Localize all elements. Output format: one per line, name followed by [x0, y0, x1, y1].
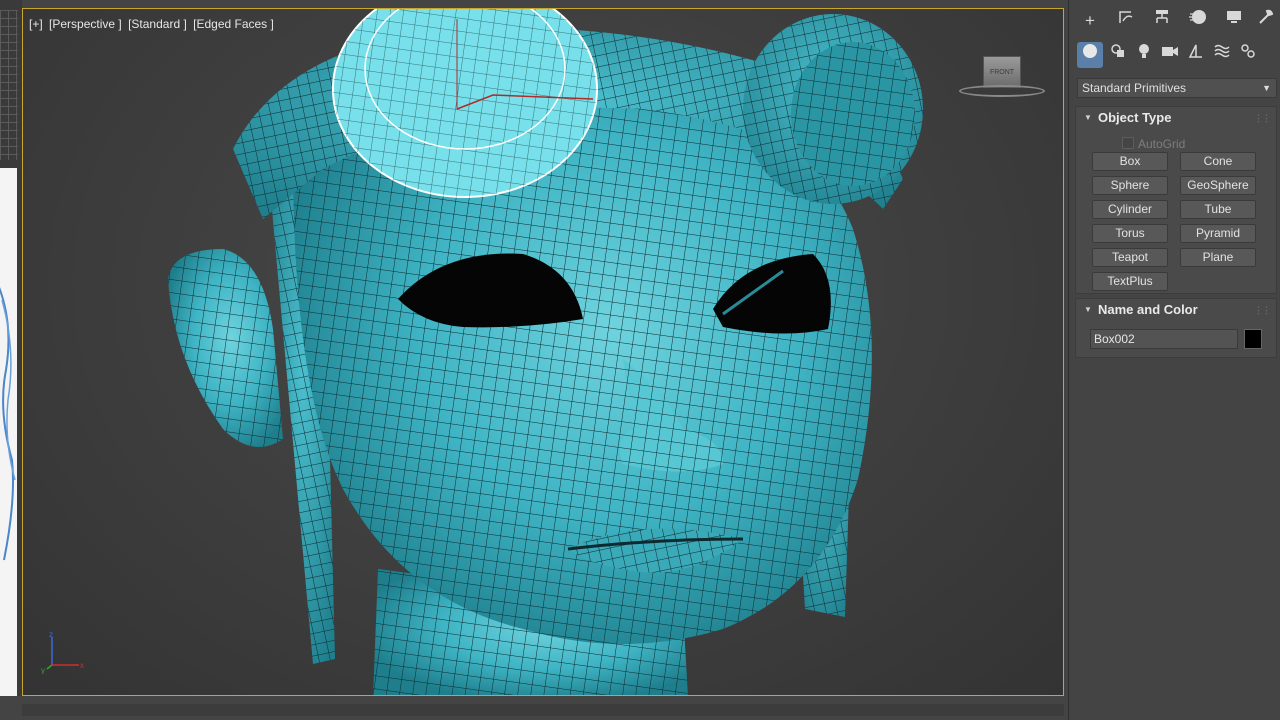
viewport-label[interactable]: [+] [Perspective ] [Standard ] [Edged Fa…	[29, 17, 277, 31]
create-category-tabs	[1073, 42, 1280, 70]
character-head-mesh[interactable]	[23, 9, 1064, 696]
collapse-triangle-icon: ▼	[1084, 305, 1092, 314]
object-type-rollout-header[interactable]: ▼ Object Type ⋮⋮	[1076, 107, 1276, 129]
geometry-icon[interactable]	[1077, 42, 1103, 68]
hierarchy-icon[interactable]	[1149, 8, 1175, 34]
viewcube[interactable]: FRONT	[953, 51, 1049, 101]
collapse-triangle-icon: ▼	[1084, 113, 1092, 122]
systems-icon[interactable]	[1235, 42, 1261, 68]
teapot-button[interactable]: Teapot	[1092, 248, 1168, 267]
cylinder-button[interactable]: Cylinder	[1092, 200, 1168, 219]
shapes-icon[interactable]	[1105, 42, 1131, 68]
spacewarps-icon[interactable]	[1209, 42, 1235, 68]
object-name-input[interactable]: Box002	[1090, 329, 1238, 349]
rollout-title: Object Type	[1098, 110, 1172, 125]
viewcube-front-face[interactable]: FRONT	[983, 56, 1021, 88]
checkbox-icon	[1122, 137, 1134, 149]
left-side-strip	[0, 0, 22, 720]
object-color-swatch[interactable]	[1244, 329, 1262, 349]
autogrid-label: AutoGrid	[1138, 137, 1186, 151]
perspective-viewport[interactable]: [+] [Perspective ] [Standard ] [Edged Fa…	[22, 8, 1064, 696]
create-icon[interactable]: +	[1077, 8, 1103, 34]
command-panel-tabs: +	[1073, 8, 1280, 36]
rollout-title: Name and Color	[1098, 302, 1198, 317]
name-and-color-rollout-header[interactable]: ▼ Name and Color ⋮⋮	[1076, 299, 1276, 321]
axis-y-label: y	[41, 666, 45, 674]
textplus-button[interactable]: TextPlus	[1092, 272, 1168, 291]
box-button[interactable]: Box	[1092, 152, 1168, 171]
viewport-display-mode[interactable]: [Edged Faces ]	[193, 17, 274, 31]
cameras-icon[interactable]	[1157, 42, 1183, 68]
torus-button[interactable]: Torus	[1092, 224, 1168, 243]
viewport-point-of-view[interactable]: [Perspective ]	[49, 17, 122, 31]
axis-tripod-icon: z x y	[41, 630, 84, 674]
reference-sketch	[0, 287, 16, 561]
modify-icon[interactable]	[1113, 8, 1139, 34]
sphere-button[interactable]: Sphere	[1092, 176, 1168, 195]
geosphere-button[interactable]: GeoSphere	[1180, 176, 1256, 195]
autogrid-checkbox[interactable]: AutoGrid	[1122, 137, 1185, 151]
utilities-icon[interactable]	[1253, 8, 1279, 34]
display-icon[interactable]	[1221, 8, 1247, 34]
object-type-rollout: ▼ Object Type ⋮⋮ AutoGrid Box Cone Spher…	[1075, 106, 1277, 294]
drag-grip-icon: ⋮⋮	[1254, 113, 1271, 123]
viewport-menu-plus[interactable]: [+]	[29, 17, 43, 31]
plane-button[interactable]: Plane	[1180, 248, 1256, 267]
command-panel: + Standard Primitives ▼ ▼ Object Type ⋮⋮…	[1068, 0, 1280, 720]
axis-z-label: z	[49, 630, 53, 639]
viewcube-compass-ring[interactable]	[959, 85, 1045, 97]
helpers-icon[interactable]	[1183, 42, 1209, 68]
name-and-color-rollout: ▼ Name and Color ⋮⋮ Box002	[1075, 298, 1277, 358]
drag-grip-icon: ⋮⋮	[1254, 305, 1271, 315]
chevron-down-icon: ▼	[1262, 83, 1271, 93]
dropdown-value: Standard Primitives	[1082, 81, 1187, 95]
primitive-category-dropdown[interactable]: Standard Primitives ▼	[1077, 78, 1277, 98]
motion-icon[interactable]	[1185, 8, 1211, 34]
axis-x-label: x	[80, 661, 84, 670]
viewport-shading-standard[interactable]: [Standard ]	[128, 17, 187, 31]
timeline-bar[interactable]	[22, 704, 1064, 716]
grid-thumbnail	[0, 10, 18, 160]
tube-button[interactable]: Tube	[1180, 200, 1256, 219]
cone-button[interactable]: Cone	[1180, 152, 1256, 171]
pyramid-button[interactable]: Pyramid	[1180, 224, 1256, 243]
lights-icon[interactable]	[1131, 42, 1157, 68]
